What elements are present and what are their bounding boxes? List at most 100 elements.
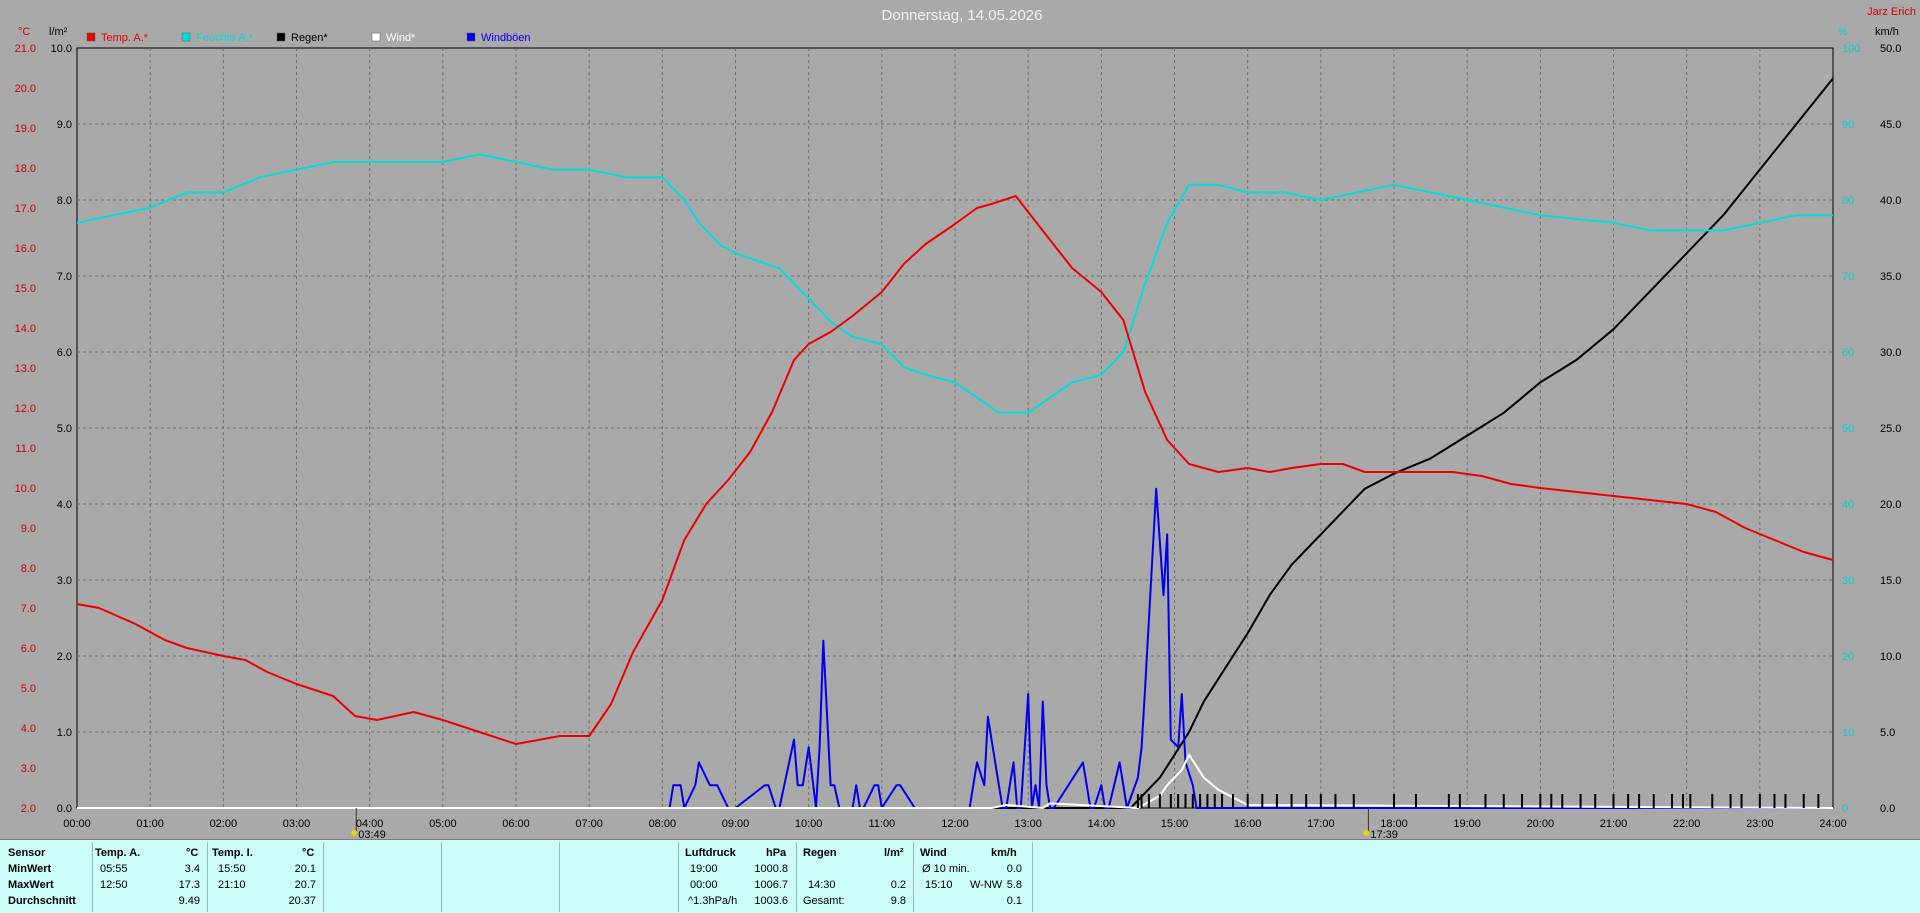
legend-swatch — [466, 32, 476, 42]
sun-icon — [351, 830, 358, 836]
stats-pressure-time: ^1.3hPa/h — [688, 895, 738, 907]
rain-tick-label: 9.0 — [57, 119, 72, 131]
humidity-tick-label: 40 — [1842, 499, 1854, 511]
stats-header-rain-unit: l/m² — [884, 847, 904, 859]
temp-tick-label: 17.0 — [15, 203, 36, 215]
rain-tick-label: 0.0 — [57, 803, 72, 815]
stats-temp-a-value: 9.49 — [178, 895, 200, 907]
wind-tick-label: 15.0 — [1880, 575, 1901, 587]
rain-tick-label: 3.0 — [57, 575, 72, 587]
legend-label: Feuchte A.* — [196, 32, 254, 44]
temp-tick-label: 16.0 — [15, 243, 36, 255]
time-tick-label: 20:00 — [1527, 818, 1555, 830]
stats-rain-time: Gesamt: — [803, 895, 845, 907]
stats-temp-a-value: 3.4 — [184, 863, 200, 875]
weather-chart-window: Donnerstag, 14.05.2026 Jarz Erich °C l/m… — [0, 0, 1920, 913]
stats-header-pressure-unit: hPa — [766, 847, 787, 859]
separator — [207, 842, 208, 912]
humidity-tick-label: 80 — [1842, 195, 1854, 207]
time-tick-label: 24:00 — [1819, 818, 1847, 830]
rain-tick-label: 7.0 — [57, 271, 72, 283]
stats-rain-time: 14:30 — [808, 879, 836, 891]
stats-temp-i-value: 20.7 — [294, 879, 316, 891]
time-tick-label: 17:00 — [1307, 818, 1335, 830]
time-tick-label: 22:00 — [1673, 818, 1701, 830]
wind-tick-label: 20.0 — [1880, 499, 1901, 511]
stats-header-temp-i: Temp. I. — [212, 847, 253, 859]
stats-header-temp-a: Temp. A. — [95, 847, 141, 859]
stats-row-label: MinWert — [8, 863, 52, 875]
rain-tick-label: 6.0 — [57, 347, 72, 359]
humidity-tick-label: 10 — [1842, 727, 1854, 739]
time-tick-label: 13:00 — [1014, 818, 1042, 830]
separator — [678, 842, 679, 912]
stats-header-sensor: Sensor — [8, 847, 46, 859]
stats-temp-i-value: 20.37 — [288, 895, 316, 907]
temp-tick-label: 15.0 — [15, 283, 36, 295]
time-tick-label: 12:00 — [941, 818, 969, 830]
temp-tick-label: 9.0 — [21, 523, 36, 535]
stats-wind-value: 0.1 — [1006, 895, 1022, 907]
separator — [323, 842, 324, 912]
legend: Temp. A.* Feuchte A.* Regen* Wind* Windböen — [86, 32, 531, 44]
temp-tick-label: 11.0 — [15, 443, 36, 455]
stats-rain-value: 0.2 — [890, 879, 906, 891]
separator — [441, 842, 442, 912]
legend-swatch — [181, 32, 191, 42]
stats-wind-time: Ø 10 min. — [922, 863, 970, 875]
temp-tick-label: 10.0 — [15, 483, 36, 495]
legend-label: Wind* — [386, 32, 416, 44]
wind-tick-label: 45.0 — [1880, 119, 1901, 131]
stats-wind-value: 0.0 — [1006, 863, 1022, 875]
time-tick-label: 05:00 — [429, 818, 457, 830]
brand-label: Jarz Erich — [1867, 6, 1916, 18]
stats-temp-a-value: 17.3 — [178, 879, 200, 891]
temp-tick-label: 7.0 — [21, 603, 36, 615]
weather-chart: Donnerstag, 14.05.2026 Jarz Erich °C l/m… — [15, 6, 1916, 839]
temp-tick-label: 8.0 — [21, 563, 36, 575]
stats-temp-i-time: 21:10 — [218, 879, 246, 891]
separator — [559, 842, 560, 912]
chart-title: Donnerstag, 14.05.2026 — [882, 7, 1043, 24]
humidity-tick-label: 60 — [1842, 347, 1854, 359]
time-tick-label: 07:00 — [575, 818, 603, 830]
temp-tick-label: 20.0 — [15, 83, 36, 95]
stats-pressure-value: 1006.7 — [754, 879, 788, 891]
wind-tick-label: 50.0 — [1880, 43, 1901, 55]
stats-temp-a-time: 12:50 — [100, 879, 128, 891]
time-tick-label: 23:00 — [1746, 818, 1774, 830]
humidity-tick-label: 70 — [1842, 271, 1854, 283]
legend-label: Regen* — [291, 32, 328, 44]
wind-tick-label: 0.0 — [1880, 803, 1895, 815]
legend-swatch — [371, 32, 381, 42]
sunrise-label: 03:49 — [358, 829, 386, 839]
separator — [796, 842, 797, 912]
rain-tick-label: 2.0 — [57, 651, 72, 663]
temp-tick-label: 19.0 — [15, 123, 36, 135]
legend-label: Windböen — [481, 32, 531, 44]
wind-tick-label: 25.0 — [1880, 423, 1901, 435]
temp-tick-label: 14.0 — [15, 323, 36, 335]
wind-tick-label: 35.0 — [1880, 271, 1901, 283]
temp-unit-label: °C — [18, 26, 30, 38]
rain-tick-label: 10.0 — [51, 43, 72, 55]
rain-tick-label: 4.0 — [57, 499, 72, 511]
humidity-tick-label: 90 — [1842, 119, 1854, 131]
stats-temp-i-value: 20.1 — [294, 863, 316, 875]
stats-rain-value: 9.8 — [890, 895, 906, 907]
stats-header-wind: Wind — [920, 847, 947, 859]
wind-tick-label: 30.0 — [1880, 347, 1901, 359]
rain-tick-label: 8.0 — [57, 195, 72, 207]
time-tick-label: 09:00 — [722, 818, 750, 830]
humidity-tick-label: 100 — [1842, 43, 1860, 55]
rain-tick-label: 1.0 — [57, 727, 72, 739]
time-tick-label: 19:00 — [1453, 818, 1481, 830]
temp-tick-label: 6.0 — [21, 643, 36, 655]
separator — [913, 842, 914, 912]
stats-header-temp-i-unit: °C — [302, 847, 315, 859]
humidity-tick-label: 20 — [1842, 651, 1854, 663]
time-tick-label: 06:00 — [502, 818, 530, 830]
stats-header-rain: Regen — [803, 847, 837, 859]
time-tick-label: 02:00 — [210, 818, 238, 830]
wind-tick-label: 5.0 — [1880, 727, 1895, 739]
